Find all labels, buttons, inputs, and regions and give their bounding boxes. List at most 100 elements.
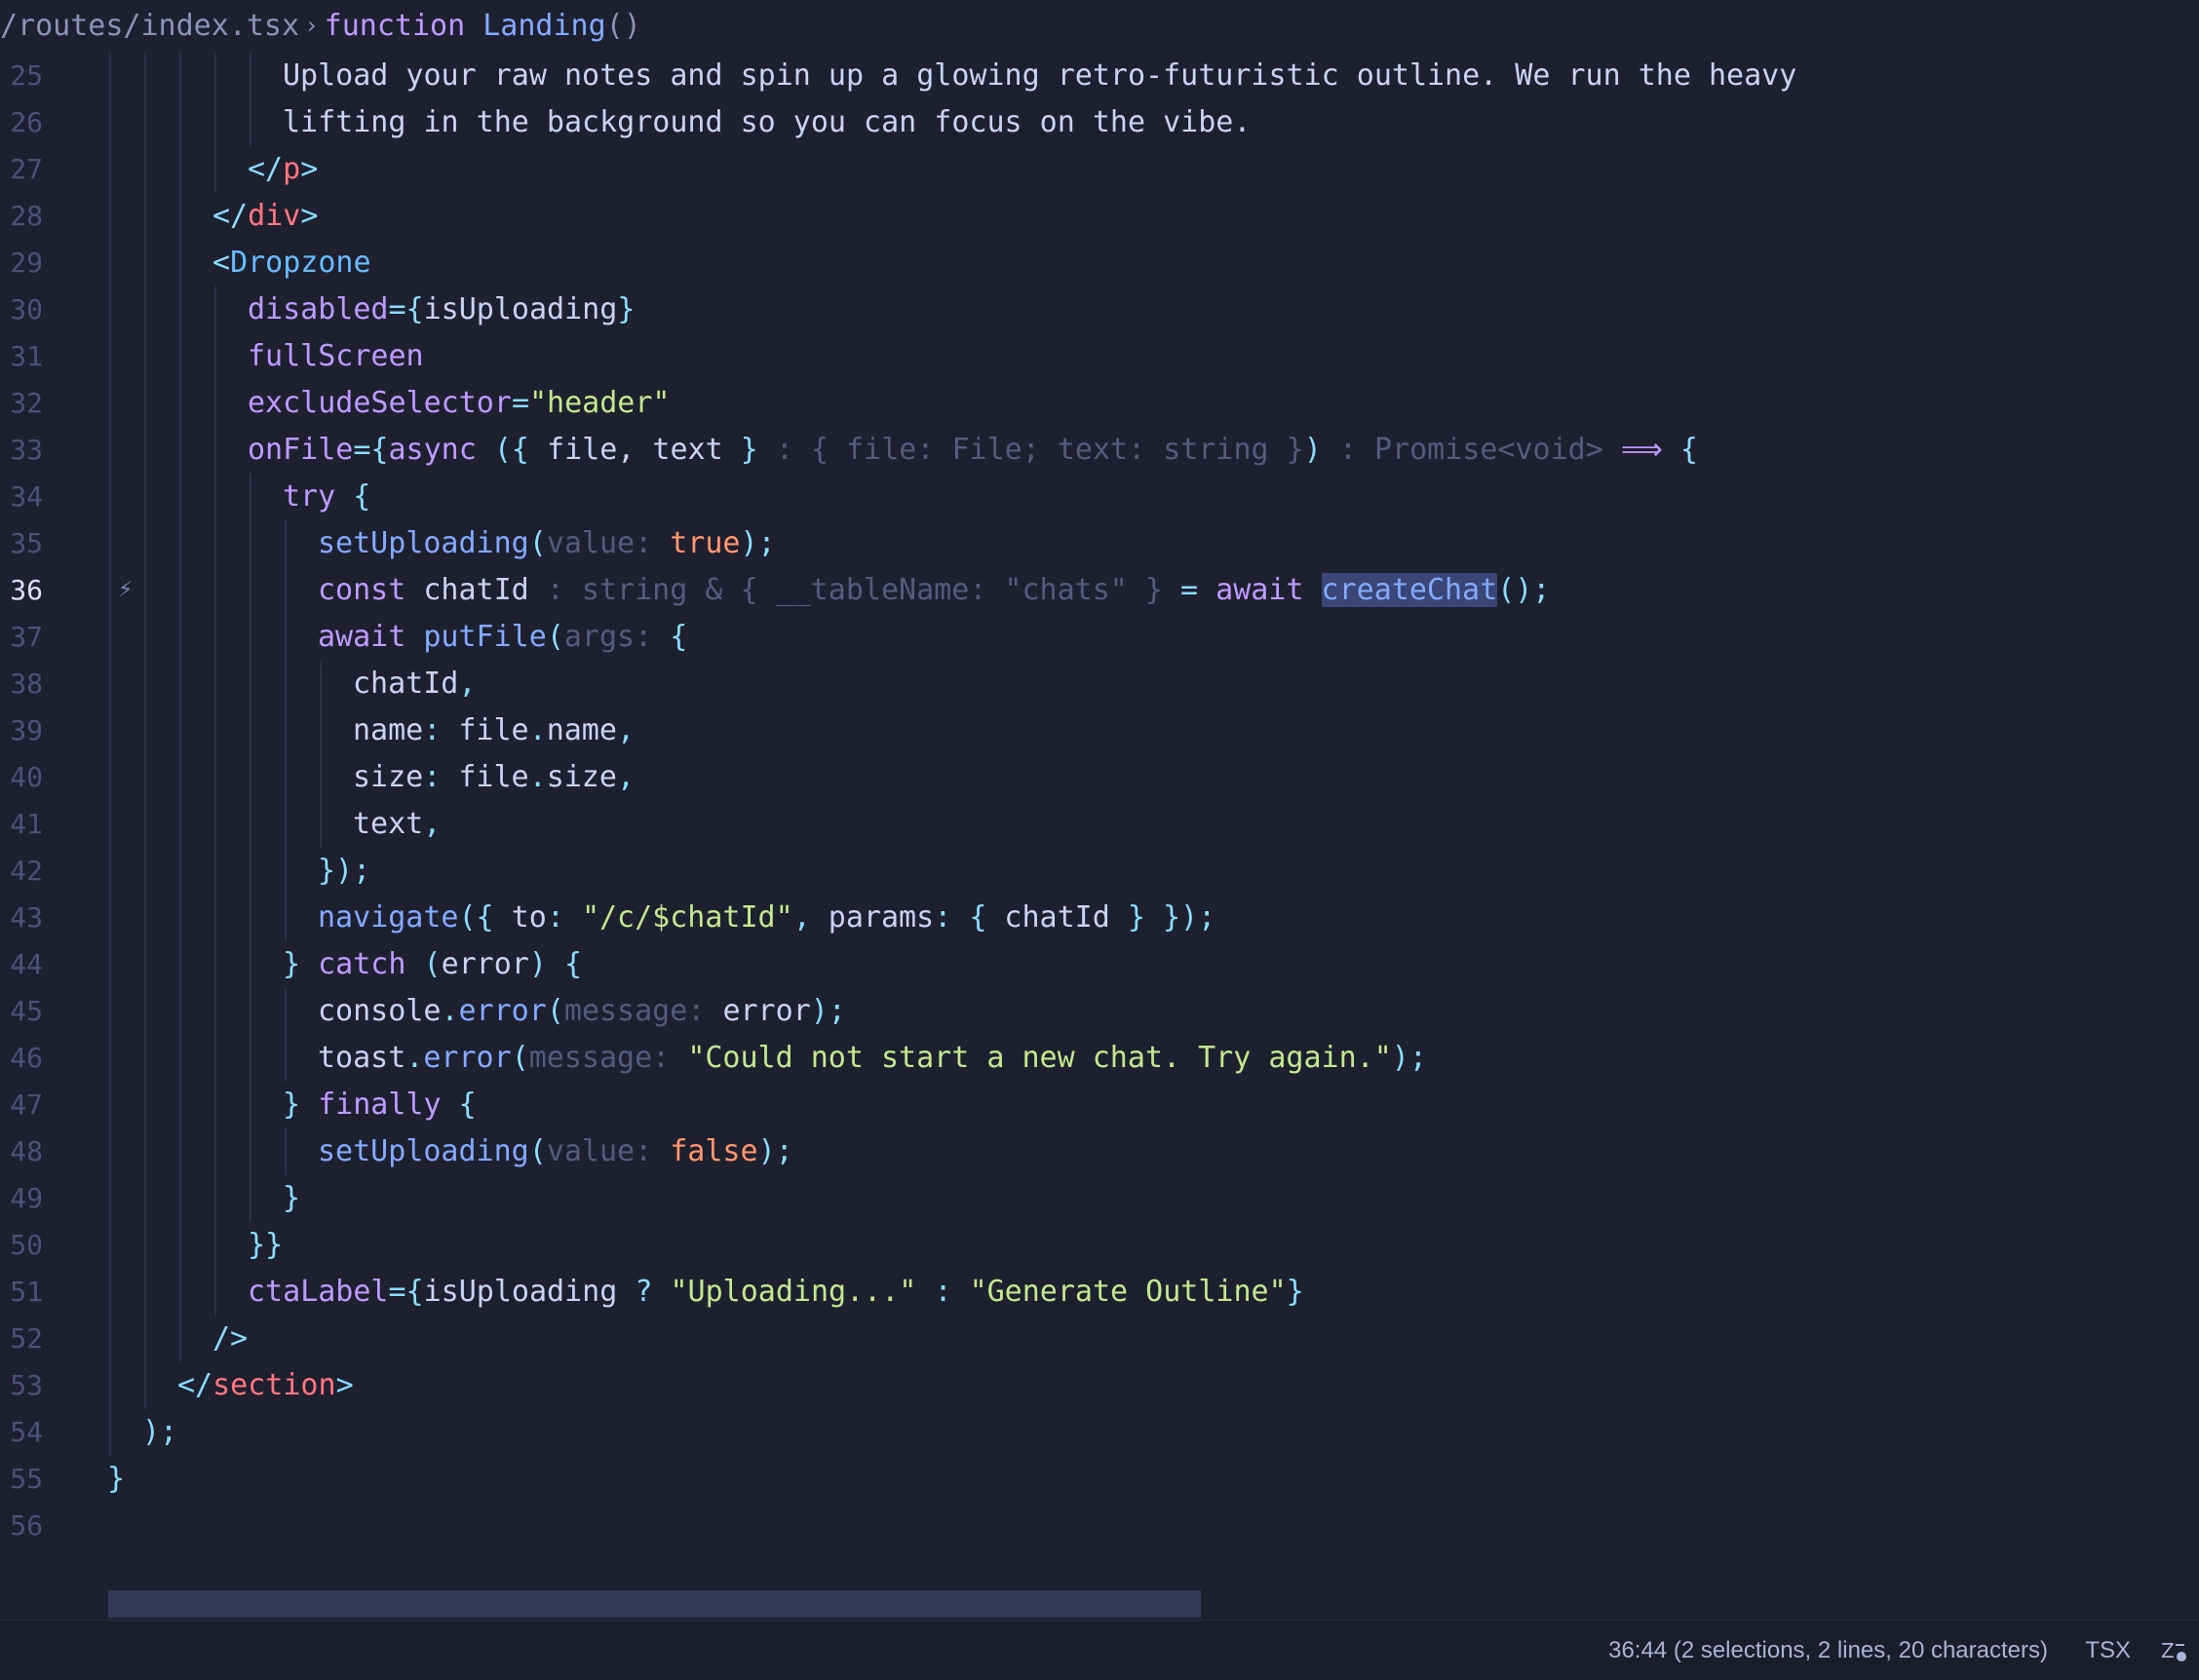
code-text[interactable]: });	[318, 848, 370, 895]
line-number[interactable]: 48	[0, 1128, 43, 1175]
code-editor[interactable]: 25 Upload your raw notes and spin up a gl…	[0, 51, 2199, 1620]
code-line[interactable]: 47 } finally {	[0, 1082, 2199, 1128]
code-line[interactable]: 55}	[0, 1456, 2199, 1503]
line-number[interactable]: 47	[0, 1082, 43, 1128]
line-number[interactable]: 46	[0, 1035, 43, 1082]
code-line[interactable]: 56	[0, 1503, 2199, 1549]
code-text[interactable]: }}	[248, 1222, 283, 1269]
line-number[interactable]: 26	[0, 99, 43, 146]
code-text[interactable]: const chatId : string & { __tableName: "…	[318, 567, 1550, 614]
code-line[interactable]: 35 setUploading(value: true);	[0, 520, 2199, 567]
code-line[interactable]: 31 fullScreen	[0, 333, 2199, 380]
code-line[interactable]: 44 } catch (error) {	[0, 941, 2199, 988]
breadcrumb-keyword[interactable]: function	[325, 9, 466, 43]
line-number[interactable]: 53	[0, 1362, 43, 1409]
code-text[interactable]: );	[142, 1409, 177, 1456]
code-line[interactable]: 33 onFile={async ({ file, text } : { file…	[0, 427, 2199, 474]
code-line[interactable]: 46 toast.error(message: "Could not start …	[0, 1035, 2199, 1082]
code-text[interactable]: } catch (error) {	[283, 941, 582, 988]
code-line[interactable]: 42});	[0, 848, 2199, 895]
code-line[interactable]: 30 disabled={isUploading}	[0, 286, 2199, 333]
code-text[interactable]: setUploading(value: false);	[318, 1128, 793, 1175]
code-text[interactable]: chatId,	[353, 661, 476, 707]
code-text[interactable]: </section>	[177, 1362, 354, 1409]
line-number[interactable]: 30	[0, 286, 43, 333]
code-text[interactable]: excludeSelector="header"	[248, 380, 671, 427]
line-number[interactable]: 36	[0, 567, 43, 614]
line-number[interactable]: 41	[0, 801, 43, 848]
line-number[interactable]: 54	[0, 1409, 43, 1456]
code-text[interactable]: />	[212, 1316, 248, 1362]
code-line[interactable]: 28 </div>	[0, 193, 2199, 240]
code-line[interactable]: 38 chatId,	[0, 661, 2199, 707]
line-number[interactable]: 35	[0, 520, 43, 567]
code-text[interactable]: </div>	[212, 193, 318, 240]
code-text[interactable]: }	[283, 1175, 300, 1222]
line-number[interactable]: 27	[0, 146, 43, 193]
line-number[interactable]: 49	[0, 1175, 43, 1222]
breadcrumb-function-name[interactable]: Landing	[482, 9, 605, 43]
code-text[interactable]: console.error(message: error);	[318, 988, 846, 1035]
line-number[interactable]: 40	[0, 754, 43, 801]
code-text[interactable]: size: file.size,	[353, 754, 635, 801]
horizontal-scrollbar[interactable]	[108, 1590, 1201, 1618]
line-number[interactable]: 29	[0, 240, 43, 286]
code-line[interactable]: 52 />	[0, 1316, 2199, 1362]
code-text[interactable]: ctaLabel={isUploading ? "Uploading..." :…	[248, 1269, 1304, 1316]
code-line[interactable]: 43 navigate({ to: "/c/$chatId", params: {…	[0, 895, 2199, 941]
line-number[interactable]: 32	[0, 380, 43, 427]
code-line[interactable]: 50}}	[0, 1222, 2199, 1269]
line-number[interactable]: 28	[0, 193, 43, 240]
code-line[interactable]: 27 </p>	[0, 146, 2199, 193]
line-number[interactable]: 31	[0, 333, 43, 380]
code-line[interactable]: 45 console.error(message: error);	[0, 988, 2199, 1035]
line-number[interactable]: 51	[0, 1269, 43, 1316]
code-line[interactable]: 40 size: file.size,	[0, 754, 2199, 801]
language-mode[interactable]: TSX	[2085, 1621, 2131, 1680]
code-text[interactable]: navigate({ to: "/c/$chatId", params: { c…	[318, 895, 1215, 941]
code-line[interactable]: 49}	[0, 1175, 2199, 1222]
code-text[interactable]: toast.error(message: "Could not start a …	[318, 1035, 1427, 1082]
line-number[interactable]: 50	[0, 1222, 43, 1269]
code-text[interactable]: Upload your raw notes and spin up a glow…	[283, 53, 1796, 99]
code-text[interactable]: lifting in the background so you can foc…	[283, 99, 1251, 146]
code-text[interactable]: name: file.name,	[353, 707, 635, 754]
line-number[interactable]: 25	[0, 53, 43, 99]
line-number[interactable]: 52	[0, 1316, 43, 1362]
line-number[interactable]: 55	[0, 1456, 43, 1503]
lightning-icon[interactable]: ⚡	[118, 567, 133, 614]
code-text[interactable]: onFile={async ({ file, text } : { file: …	[248, 427, 1698, 474]
cursor-position[interactable]: 36:44 (2 selections, 2 lines, 20 charact…	[1608, 1621, 2048, 1680]
code-text[interactable]: fullScreen	[248, 333, 424, 380]
code-text[interactable]: setUploading(value: true);	[318, 520, 776, 567]
code-text[interactable]: <Dropzone	[212, 240, 371, 286]
code-text[interactable]: </p>	[248, 146, 318, 193]
code-text[interactable]: disabled={isUploading}	[248, 286, 635, 333]
code-text[interactable]: text,	[353, 801, 441, 848]
code-text[interactable]: } finally {	[283, 1082, 477, 1128]
code-line[interactable]: 29 <Dropzone	[0, 240, 2199, 286]
line-number[interactable]: 33	[0, 427, 43, 474]
code-line[interactable]: 54);	[0, 1409, 2199, 1456]
line-number[interactable]: 42	[0, 848, 43, 895]
code-line[interactable]: 37 await putFile(args: {	[0, 614, 2199, 661]
code-text[interactable]: try {	[283, 474, 370, 520]
ai-sparkle-icon[interactable]: Z	[2160, 1636, 2189, 1665]
line-number[interactable]: 34	[0, 474, 43, 520]
code-line[interactable]: 53 </section>	[0, 1362, 2199, 1409]
line-number[interactable]: 38	[0, 661, 43, 707]
code-line[interactable]: 41 text,	[0, 801, 2199, 848]
code-text[interactable]: }	[107, 1456, 125, 1503]
code-line[interactable]: 48 setUploading(value: false);	[0, 1128, 2199, 1175]
code-line[interactable]: 36 ⚡ const chatId : string & { __tableName…	[0, 567, 2199, 614]
line-number[interactable]: 44	[0, 941, 43, 988]
code-text[interactable]: await putFile(args: {	[318, 614, 687, 661]
line-number[interactable]: 37	[0, 614, 43, 661]
line-number[interactable]: 43	[0, 895, 43, 941]
code-line[interactable]: 34 try {	[0, 474, 2199, 520]
code-line[interactable]: 32 excludeSelector="header"	[0, 380, 2199, 427]
code-line[interactable]: 51 ctaLabel={isUploading ? "Uploading..."…	[0, 1269, 2199, 1316]
line-number[interactable]: 45	[0, 988, 43, 1035]
code-line[interactable]: 39 name: file.name,	[0, 707, 2199, 754]
code-line[interactable]: 26 lifting in the background so you can f…	[0, 99, 2199, 146]
